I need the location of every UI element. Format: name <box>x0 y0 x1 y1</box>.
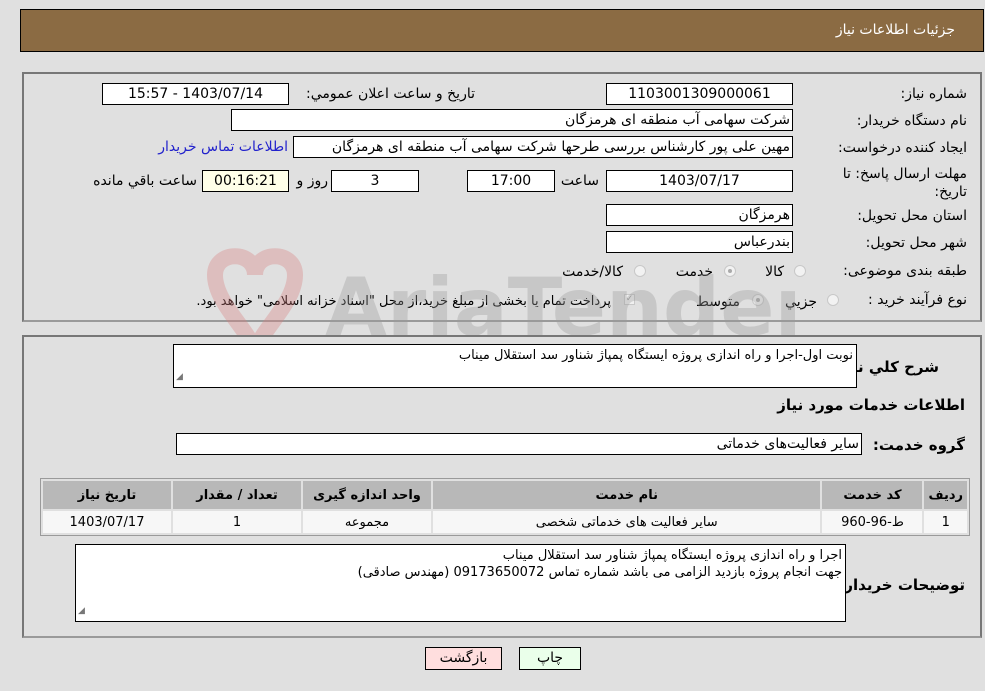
page-header: جزئیات اطلاعات نیاز <box>20 9 984 52</box>
announce-datetime-label: تاریخ و ساعت اعلان عمومي: <box>306 86 475 102</box>
time-remaining-label: ساعت باقي مانده <box>93 173 197 189</box>
general-desc-text: نوبت اول-اجرا و راه اندازی پروژه ایستگاه… <box>458 348 853 363</box>
table-row: 1 ط-96-960 سایر فعالیت های خدماتی شخصی م… <box>43 511 967 533</box>
table-header-row: رديف کد خدمت نام خدمت واحد اندازه گيری ت… <box>43 481 967 509</box>
cell-quantity: 1 <box>173 511 301 533</box>
category-radio-service[interactable] <box>724 265 736 277</box>
deadline-time-label: ساعت <box>560 173 599 189</box>
services-table: رديف کد خدمت نام خدمت واحد اندازه گيری ت… <box>41 479 969 535</box>
page-title: جزئیات اطلاعات نیاز <box>835 22 955 38</box>
days-remaining-field: 3 <box>331 170 419 192</box>
services-heading: اطلاعات خدمات مورد نياز <box>777 396 965 414</box>
process-option-medium: متوسط <box>696 294 740 310</box>
back-button[interactable]: بازگشت <box>425 647 502 670</box>
deadline-label: مهلت ارسال پاسخ: تا تاریخ: <box>842 166 967 200</box>
col-header-need-date: تاريخ نياز <box>43 481 171 509</box>
general-desc-textarea[interactable]: نوبت اول-اجرا و راه اندازی پروژه ایستگاه… <box>173 344 857 388</box>
category-option-goods: کالا <box>765 264 784 280</box>
cell-service-code: ط-96-960 <box>822 511 923 533</box>
category-radio-goods[interactable] <box>794 265 806 277</box>
treasury-note: پرداخت تمام یا بخشی از مبلغ خرید،از محل … <box>196 294 611 309</box>
creator-field: مهین علی پور کارشناس بررسی طرحها شرکت سه… <box>293 136 793 158</box>
need-number-label: شماره نیاز: <box>900 86 968 102</box>
col-header-row-no: رديف <box>924 481 967 509</box>
city-label: شهر محل تحویل: <box>865 235 967 251</box>
col-header-service-code: کد خدمت <box>822 481 923 509</box>
time-remaining-field: 00:16:21 <box>202 170 289 192</box>
buyer-org-label: نام دستگاه خريدار: <box>856 113 967 129</box>
services-table-wrapper: رديف کد خدمت نام خدمت واحد اندازه گيری ت… <box>40 478 970 536</box>
process-option-minor: جزيي <box>785 294 817 310</box>
buyer-contact-link[interactable]: اطلاعات تماس خريدار <box>158 139 288 155</box>
cell-unit: مجموعه <box>303 511 431 533</box>
city-field: بندرعباس <box>606 231 793 253</box>
deadline-date-field: 1403/07/17 <box>606 170 793 192</box>
category-option-service: خدمت <box>675 264 713 280</box>
province-field: هرمزگان <box>606 204 793 226</box>
cell-service-name: سایر فعالیت های خدماتی شخصی <box>433 511 821 533</box>
buyer-notes-textarea[interactable]: اجرا و راه اندازی پروژه ایستگاه پمپاژ شن… <box>75 544 846 622</box>
days-label: روز و <box>296 173 329 189</box>
col-header-unit: واحد اندازه گيری <box>303 481 431 509</box>
col-header-quantity: تعداد / مقدار <box>173 481 301 509</box>
cell-row-no: 1 <box>924 511 967 533</box>
resize-handle-icon[interactable]: ◢ <box>176 369 183 386</box>
category-label: طبقه بندی موضوعی: <box>843 263 967 279</box>
creator-label: ايجاد کننده درخواست: <box>838 140 967 156</box>
buyer-org-field: شرکت سهامی آب منطقه ای هرمزگان <box>231 109 793 131</box>
buyer-notes-line-1: اجرا و راه اندازی پروژه ایستگاه پمپاژ شن… <box>502 548 842 563</box>
need-number-field: 1103001309000061 <box>606 83 793 105</box>
process-radio-medium[interactable] <box>752 294 764 306</box>
treasury-checkbox[interactable]: ✓ <box>624 294 635 305</box>
cell-need-date: 1403/07/17 <box>43 511 171 533</box>
buyer-notes-label: توضيحات خريدار: <box>838 576 965 594</box>
category-option-goods-service: کالا/خدمت <box>562 264 623 280</box>
service-group-label: گروه خدمت: <box>872 436 965 454</box>
print-button[interactable]: چاپ <box>519 647 581 670</box>
col-header-service-name: نام خدمت <box>433 481 821 509</box>
process-radio-minor[interactable] <box>827 294 839 306</box>
resize-handle-icon[interactable]: ◢ <box>78 603 85 620</box>
buyer-notes-line-2: جهت انجام پروژه بازدید الزامی می باشد شم… <box>357 565 842 580</box>
deadline-time-field: 17:00 <box>467 170 555 192</box>
purchase-process-label: نوع فرآيند خريد : <box>868 292 967 308</box>
service-group-field: سایر فعالیت‌های خدماتی <box>176 433 862 455</box>
announce-datetime-field: 1403/07/14 - 15:57 <box>102 83 289 105</box>
province-label: استان محل تحویل: <box>857 208 967 224</box>
category-radio-goods-service[interactable] <box>634 265 646 277</box>
